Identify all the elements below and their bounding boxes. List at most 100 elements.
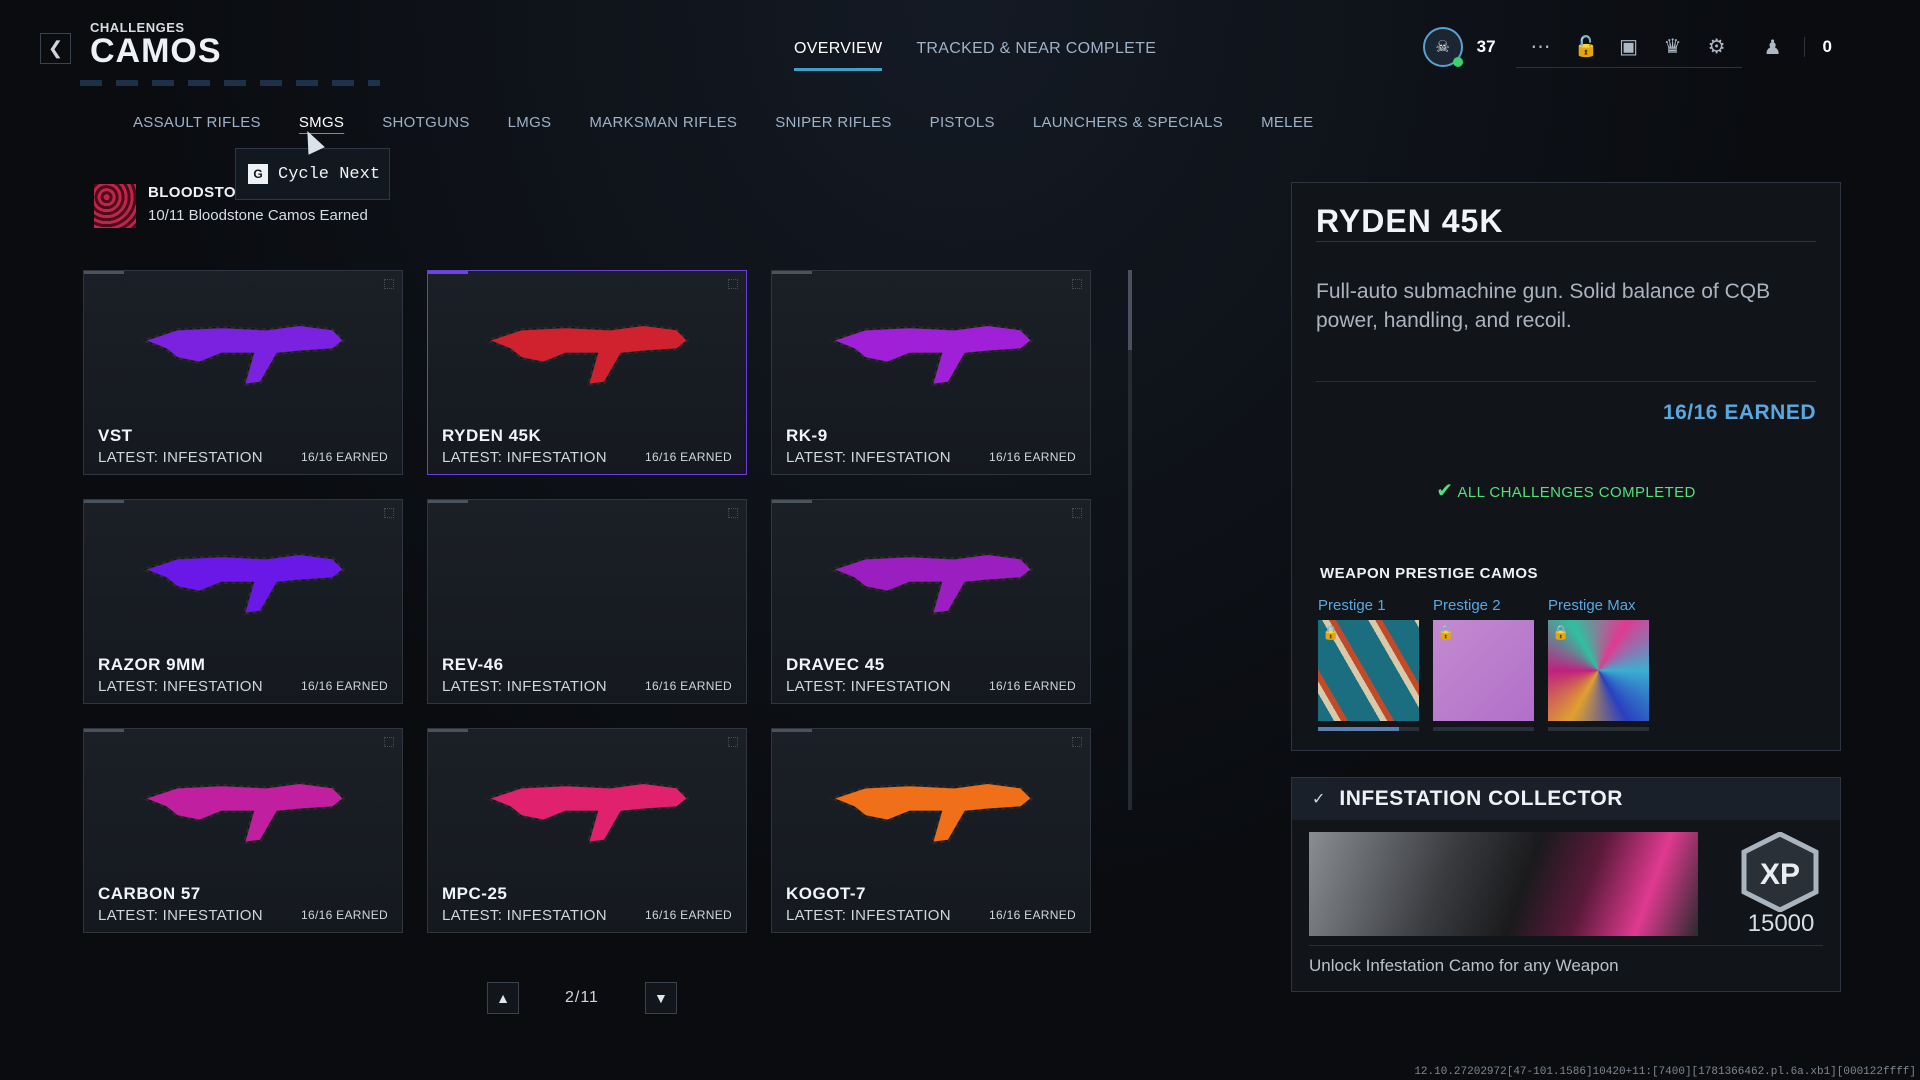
all-challenges-completed: ✔ ALL CHALLENGES COMPLETED <box>1292 478 1840 503</box>
player-rank-icon[interactable]: ☠ <box>1422 27 1463 67</box>
tab-marksman-rifles[interactable]: MARKSMAN RIFLES <box>589 114 737 131</box>
chevron-left-icon: ❮ <box>47 38 64 58</box>
weapon-image <box>140 323 346 387</box>
page-down-button[interactable]: ▼ <box>644 982 677 1014</box>
xp-icon: XP <box>1741 832 1819 912</box>
page-title: CAMOS <box>90 32 222 70</box>
weapon-image <box>484 323 690 387</box>
weapon-image <box>828 781 1034 845</box>
card-top-accent <box>772 500 812 503</box>
divider <box>1316 241 1816 242</box>
weapon-name: RYDEN 45K <box>442 426 542 445</box>
weapon-latest-camo: LATEST: INFESTATION <box>786 907 951 924</box>
weapon-card[interactable]: KOGOT-7 LATEST: INFESTATION 16/16 EARNED <box>771 728 1091 933</box>
card-top-accent <box>428 729 468 732</box>
weapon-latest-camo: LATEST: INFESTATION <box>442 907 607 924</box>
tab-launchers-specials[interactable]: LAUNCHERS & SPECIALS <box>1033 114 1223 131</box>
key-prompt: G <box>248 164 268 184</box>
prestige-progress-bar <box>1548 727 1649 731</box>
weapon-name: DRAVEC 45 <box>786 655 885 674</box>
weapon-card[interactable]: REV-46 LATEST: INFESTATION 16/16 EARNED <box>427 499 747 704</box>
weapon-earned: 16/16 EARNED <box>989 908 1076 922</box>
page-indicator: 2/11 <box>565 989 599 1006</box>
all-challenges-label: ALL CHALLENGES COMPLETED <box>1457 484 1696 501</box>
gear-icon[interactable]: ⚙ <box>1706 34 1728 59</box>
weapon-card[interactable]: CARBON 57 LATEST: INFESTATION 16/16 EARNED <box>83 728 403 933</box>
build-info: 12.10.27202972[47-101.1586]10420+11:[740… <box>1414 1066 1916 1078</box>
bloodstone-camo-swatch <box>94 184 136 228</box>
weapon-latest-camo: LATEST: INFESTATION <box>98 907 263 924</box>
card-corner-mark <box>384 279 394 289</box>
infestation-collector-card[interactable]: ✓ INFESTATION COLLECTOR XP 15000 Unlock … <box>1291 777 1841 992</box>
collector-image <box>1309 832 1698 936</box>
weapon-image <box>484 781 690 845</box>
weapon-earned: 16/16 EARNED <box>301 450 388 464</box>
scrollbar-track[interactable] <box>1128 270 1132 810</box>
divider <box>1309 945 1823 946</box>
card-corner-mark <box>728 279 738 289</box>
weapon-card[interactable]: MPC-25 LATEST: INFESTATION 16/16 EARNED <box>427 728 747 933</box>
prestige-camo-1[interactable]: Prestige 1 🔒 <box>1318 597 1419 731</box>
xp-value: 15000 <box>1747 910 1815 937</box>
chevron-down-icon: ▼ <box>654 990 668 1006</box>
tab-lmgs[interactable]: LMGS <box>508 114 552 131</box>
weapon-card[interactable]: VST LATEST: INFESTATION 16/16 EARNED <box>83 270 403 475</box>
hud-bar: ☠ 37 ⋯ 🔓 ▣ ♛ ⚙ ♟ 0 <box>1422 26 1850 68</box>
tab-shotguns[interactable]: SHOTGUNS <box>382 114 469 131</box>
lock-icon: 🔒 <box>1552 624 1570 640</box>
tab-assault-rifles[interactable]: ASSAULT RIFLES <box>133 114 261 131</box>
weapon-earned: 16/16 EARNED <box>645 450 732 464</box>
card-corner-mark <box>384 737 394 747</box>
weapon-image <box>140 781 346 845</box>
bloodstone-subtitle: 10/11 Bloodstone Camos Earned <box>148 207 368 224</box>
social-count: 0 <box>1803 37 1850 57</box>
weapon-image <box>828 323 1034 387</box>
top-tabs: OVERVIEW TRACKED & NEAR COMPLETE <box>794 40 1156 71</box>
tab-overview[interactable]: OVERVIEW <box>794 40 883 71</box>
scrollbar-thumb[interactable] <box>1128 270 1132 350</box>
weapon-card[interactable]: RAZOR 9MM LATEST: INFESTATION 16/16 EARNED <box>83 499 403 704</box>
weapon-earned: 16/16 EARNED <box>645 679 732 693</box>
tab-sniper-rifles[interactable]: SNIPER RIFLES <box>775 114 891 131</box>
prestige-progress-fill <box>1318 727 1399 731</box>
tab-melee[interactable]: MELEE <box>1261 114 1313 131</box>
card-corner-mark <box>1072 279 1082 289</box>
tab-tracked[interactable]: TRACKED & NEAR COMPLETE <box>916 40 1156 71</box>
weapon-card[interactable]: RYDEN 45K LATEST: INFESTATION 16/16 EARNED <box>427 270 747 475</box>
card-top-accent <box>84 729 124 732</box>
weapon-latest-camo: LATEST: INFESTATION <box>98 449 263 466</box>
weapon-card[interactable]: RK-9 LATEST: INFESTATION 16/16 EARNED <box>771 270 1091 475</box>
collector-description: Unlock Infestation Camo for any Weapon <box>1309 956 1619 975</box>
detail-description: Full-auto submachine gun. Solid balance … <box>1316 280 1771 332</box>
back-button[interactable]: ❮ <box>40 33 71 64</box>
pager: ▲ 2/11 ▼ <box>487 982 677 1014</box>
chevron-up-icon: ▲ <box>496 990 510 1006</box>
card-top-accent <box>84 271 124 274</box>
prestige-label: Prestige Max <box>1548 597 1636 614</box>
tab-pistols[interactable]: PISTOLS <box>930 114 995 131</box>
weapon-name: MPC-25 <box>442 884 508 903</box>
lock-icon[interactable]: 🔓 <box>1574 34 1599 59</box>
prestige-camo-2[interactable]: Prestige 2 🔒 <box>1433 597 1534 731</box>
collector-header: ✓ INFESTATION COLLECTOR <box>1292 778 1840 820</box>
grid-icon[interactable]: ⋯ <box>1530 34 1552 59</box>
weapon-name: VST <box>98 426 133 445</box>
tab-smgs[interactable]: SMGS <box>299 114 344 131</box>
bell-icon[interactable]: ♛ <box>1662 34 1684 59</box>
card-corner-mark <box>728 737 738 747</box>
prestige-swatch: 🔒 <box>1548 620 1649 721</box>
prestige-camo-max[interactable]: Prestige Max 🔒 <box>1548 597 1649 731</box>
weapon-name: RAZOR 9MM <box>98 655 206 674</box>
weapon-name: KOGOT-7 <box>786 884 867 903</box>
weapon-detail-panel: RYDEN 45K Full-auto submachine gun. Soli… <box>1291 182 1841 751</box>
player-rank: 37 <box>1476 37 1496 56</box>
page-up-button[interactable]: ▲ <box>487 982 519 1014</box>
weapon-latest-camo: LATEST: INFESTATION <box>98 678 263 695</box>
weapon-card[interactable]: DRAVEC 45 LATEST: INFESTATION 16/16 EARNED <box>771 499 1091 704</box>
prestige-progress-bar <box>1318 727 1419 731</box>
card-corner-mark <box>1072 508 1082 518</box>
friends-icon[interactable]: ♟ <box>1762 35 1784 60</box>
lock-icon: 🔒 <box>1322 624 1340 640</box>
camera-icon[interactable]: ▣ <box>1618 34 1640 59</box>
weapon-image <box>140 552 346 616</box>
